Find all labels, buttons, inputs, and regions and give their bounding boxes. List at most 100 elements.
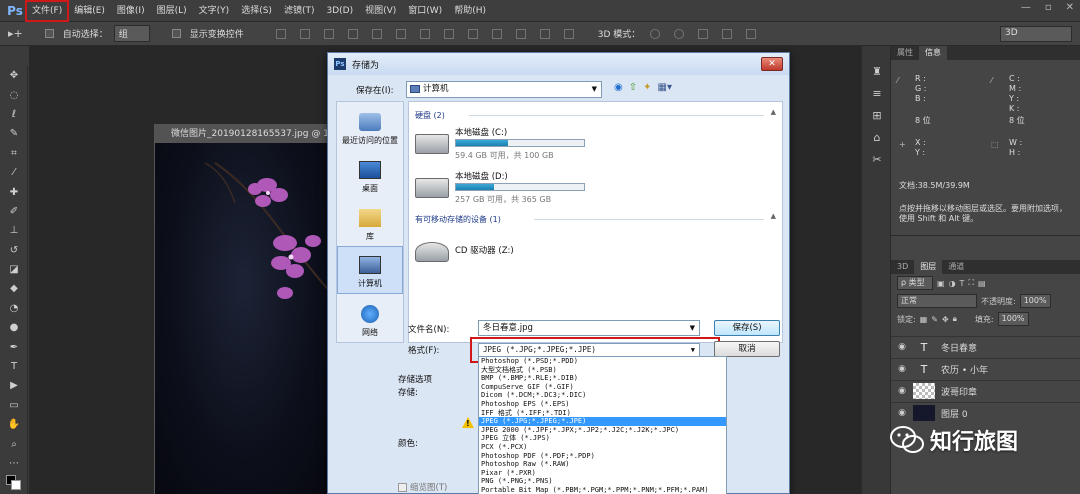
place-desktop[interactable]: 桌面 — [337, 150, 403, 198]
3d-pan-icon[interactable] — [698, 28, 709, 39]
drive-cd[interactable]: CD 驱动器 (Z:) — [415, 234, 615, 274]
tab-3d[interactable]: 3D — [891, 260, 914, 274]
stamp-tool-icon[interactable]: ⊥ — [0, 221, 28, 240]
brush-tool-icon[interactable]: ✐ — [0, 202, 28, 221]
blur-tool-icon[interactable]: ◔ — [0, 299, 28, 318]
shape-tool-icon[interactable]: ▭ — [0, 396, 28, 415]
tab-layers[interactable]: 图层 — [914, 260, 943, 274]
adjustments-panel-icon[interactable]: ≡ — [862, 82, 892, 104]
place-network[interactable]: 网络 — [337, 294, 403, 342]
layer-row[interactable]: ◉ 图层 0 — [891, 402, 1080, 423]
format-option[interactable]: JPEG 立体 (*.JPS) — [479, 434, 726, 443]
maximize-button[interactable]: ▫ — [1045, 2, 1052, 13]
tab-info[interactable]: 信息 — [919, 46, 947, 60]
visibility-eye-icon[interactable]: ◉ — [891, 386, 913, 396]
place-computer[interactable]: 计算机 — [337, 246, 403, 294]
3d-roll-icon[interactable] — [674, 28, 685, 39]
place-library[interactable]: 库 — [337, 198, 403, 246]
collapse-icon[interactable]: ▲ — [771, 108, 776, 116]
distribute-center-icon[interactable] — [515, 28, 526, 39]
document-tab[interactable]: 微信图片_20190128165537.jpg @ 16. — [155, 125, 333, 143]
properties-panel-icon[interactable]: ⊞ — [862, 104, 892, 126]
menu-edit[interactable]: 编辑(E) — [68, 1, 111, 21]
menu-window[interactable]: 窗口(W) — [402, 1, 448, 21]
tab-properties[interactable]: 属性 — [891, 46, 919, 60]
layer-row[interactable]: ◉ T 冬日春意 — [891, 336, 1080, 357]
lock-paint-icon[interactable]: ✎ — [931, 315, 938, 324]
menu-filter[interactable]: 滤镜(T) — [278, 1, 321, 21]
3d-rotate-icon[interactable] — [650, 28, 661, 39]
eraser-tool-icon[interactable]: ◪ — [0, 260, 28, 279]
align-center-icon[interactable] — [371, 28, 382, 39]
cancel-button[interactable]: 取消 — [714, 341, 780, 357]
healing-tool-icon[interactable]: ✚ — [0, 182, 28, 201]
align-left-icon[interactable] — [347, 28, 358, 39]
distribute-bottom-icon[interactable] — [467, 28, 478, 39]
layer-filter-dropdown[interactable]: ρ 类型 — [897, 276, 933, 290]
zoom-tool-icon[interactable]: ⌕ — [0, 434, 28, 453]
show-transform-checkbox[interactable] — [171, 29, 181, 38]
save-button[interactable]: 保存(S) — [714, 320, 780, 336]
blend-mode-dropdown[interactable]: 正常 — [897, 294, 977, 308]
crop-tool-icon[interactable]: ⌗ — [0, 144, 28, 163]
format-option[interactable]: 大型文档格式 (*.PSB) — [479, 366, 726, 375]
new-folder-icon[interactable]: ✦ — [643, 82, 651, 93]
format-option[interactable]: IFF 格式 (*.IFF;*.TDI) — [479, 409, 726, 418]
distribute-left-icon[interactable] — [491, 28, 502, 39]
opacity-input[interactable]: 100% — [1019, 294, 1051, 308]
menu-type[interactable]: 文字(Y) — [193, 1, 236, 21]
color-swatches-icon[interactable] — [0, 473, 28, 492]
group-hard-disks[interactable]: 硬盘 (2) — [415, 110, 445, 121]
dodge-tool-icon[interactable]: ● — [0, 318, 28, 337]
back-icon[interactable]: ◉ — [614, 82, 623, 93]
place-recent[interactable]: 最近访问的位置 — [337, 102, 403, 150]
visibility-eye-icon[interactable]: ◉ — [891, 364, 913, 374]
eyedropper-tool-icon[interactable]: ⁄ — [0, 163, 28, 182]
type-tool-icon[interactable]: T — [0, 357, 28, 376]
lasso-tool-icon[interactable]: ℓ — [0, 105, 28, 124]
path-select-icon[interactable]: ▶ — [0, 376, 28, 395]
tools-panel-icon[interactable]: ✂ — [862, 148, 892, 170]
history-panel-icon[interactable]: ♜ — [862, 60, 892, 82]
history-brush-icon[interactable]: ↺ — [0, 241, 28, 260]
3d-scale-icon[interactable] — [746, 28, 757, 39]
format-option[interactable]: PCX (*.PCX) — [479, 443, 726, 452]
visibility-eye-icon[interactable]: ◉ — [891, 408, 913, 418]
filter-pixel-icon[interactable]: ▣ — [937, 279, 945, 288]
filter-smart-icon[interactable]: ▤ — [978, 279, 986, 288]
menu-help[interactable]: 帮助(H) — [448, 1, 492, 21]
format-dropdown[interactable]: JPEG (*.JPG;*.JPEG;*.JPE) ▼ — [478, 343, 700, 357]
quick-select-tool-icon[interactable]: ✎ — [0, 124, 28, 143]
format-option[interactable]: Photoshop PDF (*.PDF;*.PDP) — [479, 452, 726, 461]
up-folder-icon[interactable]: ⇧ — [629, 82, 637, 93]
format-option[interactable]: Portable Bit Map (*.PBM;*.PGM;*.PPM;*.PN… — [479, 486, 726, 494]
layer-row[interactable]: ◉ T 农历 • 小年 — [891, 358, 1080, 379]
format-option[interactable]: Photoshop Raw (*.RAW) — [479, 460, 726, 469]
save-in-dropdown[interactable]: 计算机 ▼ — [406, 81, 602, 98]
auto-align-icon[interactable] — [563, 28, 574, 39]
move-tool-icon[interactable]: ✥ — [0, 66, 28, 85]
filter-shape-icon[interactable]: ⛶ — [968, 278, 974, 288]
lock-all-icon[interactable]: 🔒︎ — [953, 314, 957, 324]
format-option[interactable]: PNG (*.PNG;*.PNS) — [479, 477, 726, 486]
align-middle-icon[interactable] — [299, 28, 310, 39]
format-option[interactable]: Pixar (*.PXR) — [479, 469, 726, 478]
align-right-icon[interactable] — [395, 28, 406, 39]
auto-select-dropdown[interactable]: 组 — [113, 25, 150, 42]
move-tool-icon[interactable]: ▸+ — [8, 27, 23, 40]
distribute-top-icon[interactable] — [419, 28, 430, 39]
format-option[interactable]: JPEG (*.JPG;*.JPEG;*.JPE) — [479, 417, 726, 426]
format-option[interactable]: CompuServe GIF (*.GIF) — [479, 383, 726, 392]
fill-input[interactable]: 100% — [997, 312, 1029, 326]
align-bottom-icon[interactable] — [323, 28, 334, 39]
layer-row[interactable]: ◉ 波哥印章 — [891, 380, 1080, 401]
collapse-icon[interactable]: ▲ — [771, 212, 776, 220]
menu-view[interactable]: 视图(V) — [359, 1, 402, 21]
align-top-icon[interactable] — [275, 28, 286, 39]
filter-type-icon[interactable]: T — [960, 279, 965, 288]
menu-select[interactable]: 选择(S) — [235, 1, 278, 21]
format-option[interactable]: Photoshop EPS (*.EPS) — [479, 400, 726, 409]
view-menu-icon[interactable]: ▦▾ — [658, 82, 672, 93]
menu-file[interactable]: 文件(F) — [24, 0, 70, 22]
auto-select-checkbox[interactable] — [44, 29, 54, 38]
